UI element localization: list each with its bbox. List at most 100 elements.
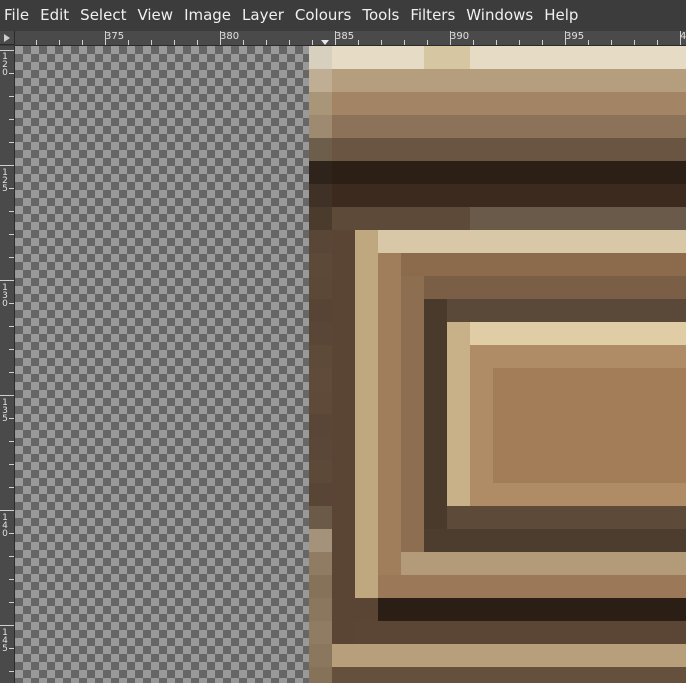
image-canvas[interactable] [15, 46, 686, 683]
ruler-tick [9, 234, 14, 235]
ruler-tick [151, 40, 152, 45]
horizontal-ruler[interactable]: 375 380 385 390 395 4 [15, 31, 686, 46]
cursor-position-marker [321, 40, 329, 45]
ruler-tick [9, 556, 14, 557]
pixel [470, 207, 686, 230]
pixel [493, 368, 686, 483]
pixel [424, 299, 447, 529]
ruler-tick [404, 40, 405, 45]
ruler-tick [9, 648, 14, 649]
menu-file[interactable]: File [0, 0, 36, 30]
pixel [309, 46, 332, 69]
ruler-tick [9, 326, 14, 327]
pixel [309, 506, 332, 529]
pixel [447, 322, 470, 506]
ruler-tick [9, 464, 14, 465]
ruler-label-375: 375 [105, 31, 125, 42]
pixel [309, 253, 332, 276]
menu-image[interactable]: Image [180, 0, 238, 30]
pixel [378, 253, 686, 276]
ruler-tick [9, 119, 14, 120]
ruler-tick [0, 510, 14, 511]
pixel [332, 115, 686, 138]
ruler-corner-button[interactable] [0, 31, 15, 45]
ruler-tick [9, 142, 14, 143]
ruler-tick [9, 303, 14, 304]
pixel [309, 230, 332, 253]
pixel [309, 92, 332, 115]
ruler-tick [9, 602, 14, 603]
pixel [401, 276, 686, 299]
ruler-label-140: 140 [2, 513, 8, 539]
pixel [378, 230, 686, 253]
pixel [401, 552, 686, 575]
ruler-tick [496, 40, 497, 45]
ruler-tick [9, 671, 14, 672]
pixel [309, 207, 332, 230]
ruler-tick [9, 257, 14, 258]
ruler-label-390: 390 [450, 31, 470, 42]
pixel [355, 230, 378, 598]
ruler-tick [0, 625, 14, 626]
ruler-tick [634, 40, 635, 45]
ruler-tick [565, 31, 566, 45]
menu-tools[interactable]: Tools [358, 0, 406, 30]
ruler-tick [9, 73, 14, 74]
pixel [332, 138, 686, 161]
pixel [424, 529, 686, 552]
ruler-tick [427, 40, 428, 45]
ruler-tick [9, 487, 14, 488]
ruler-tick [312, 40, 313, 45]
pixel [309, 368, 332, 391]
menu-view[interactable]: View [133, 0, 180, 30]
pixel [447, 322, 686, 345]
menu-colours[interactable]: Colours [291, 0, 358, 30]
pixel [332, 46, 686, 69]
ruler-tick [519, 40, 520, 45]
ruler-tick [0, 395, 14, 396]
ruler-tick [381, 40, 382, 45]
menu-layer[interactable]: Layer [238, 0, 291, 30]
pixel [309, 414, 332, 437]
ruler-tick [174, 40, 175, 45]
ruler-tick [542, 40, 543, 45]
menu-edit[interactable]: Edit [36, 0, 76, 30]
menu-help[interactable]: Help [540, 0, 585, 30]
pixel [309, 184, 332, 207]
ruler-tick [0, 280, 14, 281]
menu-bar: File Edit Select View Image Layer Colour… [0, 0, 686, 30]
ruler-tick [680, 31, 681, 45]
ruler-tick [9, 372, 14, 373]
ruler-tick [9, 579, 14, 580]
ruler-tick [128, 40, 129, 45]
ruler-label-385: 385 [335, 31, 355, 42]
ruler-label-380: 380 [220, 31, 240, 42]
ruler-tick [0, 50, 14, 51]
ruler-tick [9, 441, 14, 442]
pixel [378, 575, 686, 598]
pixel [355, 621, 686, 644]
pixel [309, 529, 332, 552]
pixel [332, 184, 686, 207]
pixel [309, 69, 332, 92]
pixel [424, 299, 686, 322]
ruler-tick [0, 165, 14, 166]
menu-select[interactable]: Select [76, 0, 133, 30]
pixel [332, 92, 686, 115]
vertical-ruler[interactable]: 120 125 130 135 140 145 [0, 46, 15, 683]
ruler-tick [197, 40, 198, 45]
ruler-tick [82, 40, 83, 45]
ruler-tick [243, 40, 244, 45]
ruler-tick [9, 211, 14, 212]
pixel [424, 46, 470, 69]
pixel [309, 161, 332, 184]
ruler-tick [9, 188, 14, 189]
pixel [309, 483, 332, 506]
pixel [332, 667, 686, 683]
ruler-tick [9, 533, 14, 534]
menu-windows[interactable]: Windows [462, 0, 540, 30]
pixel [309, 575, 332, 598]
ruler-tick [657, 40, 658, 45]
menu-filters[interactable]: Filters [406, 0, 462, 30]
ruler-tick [105, 31, 106, 45]
